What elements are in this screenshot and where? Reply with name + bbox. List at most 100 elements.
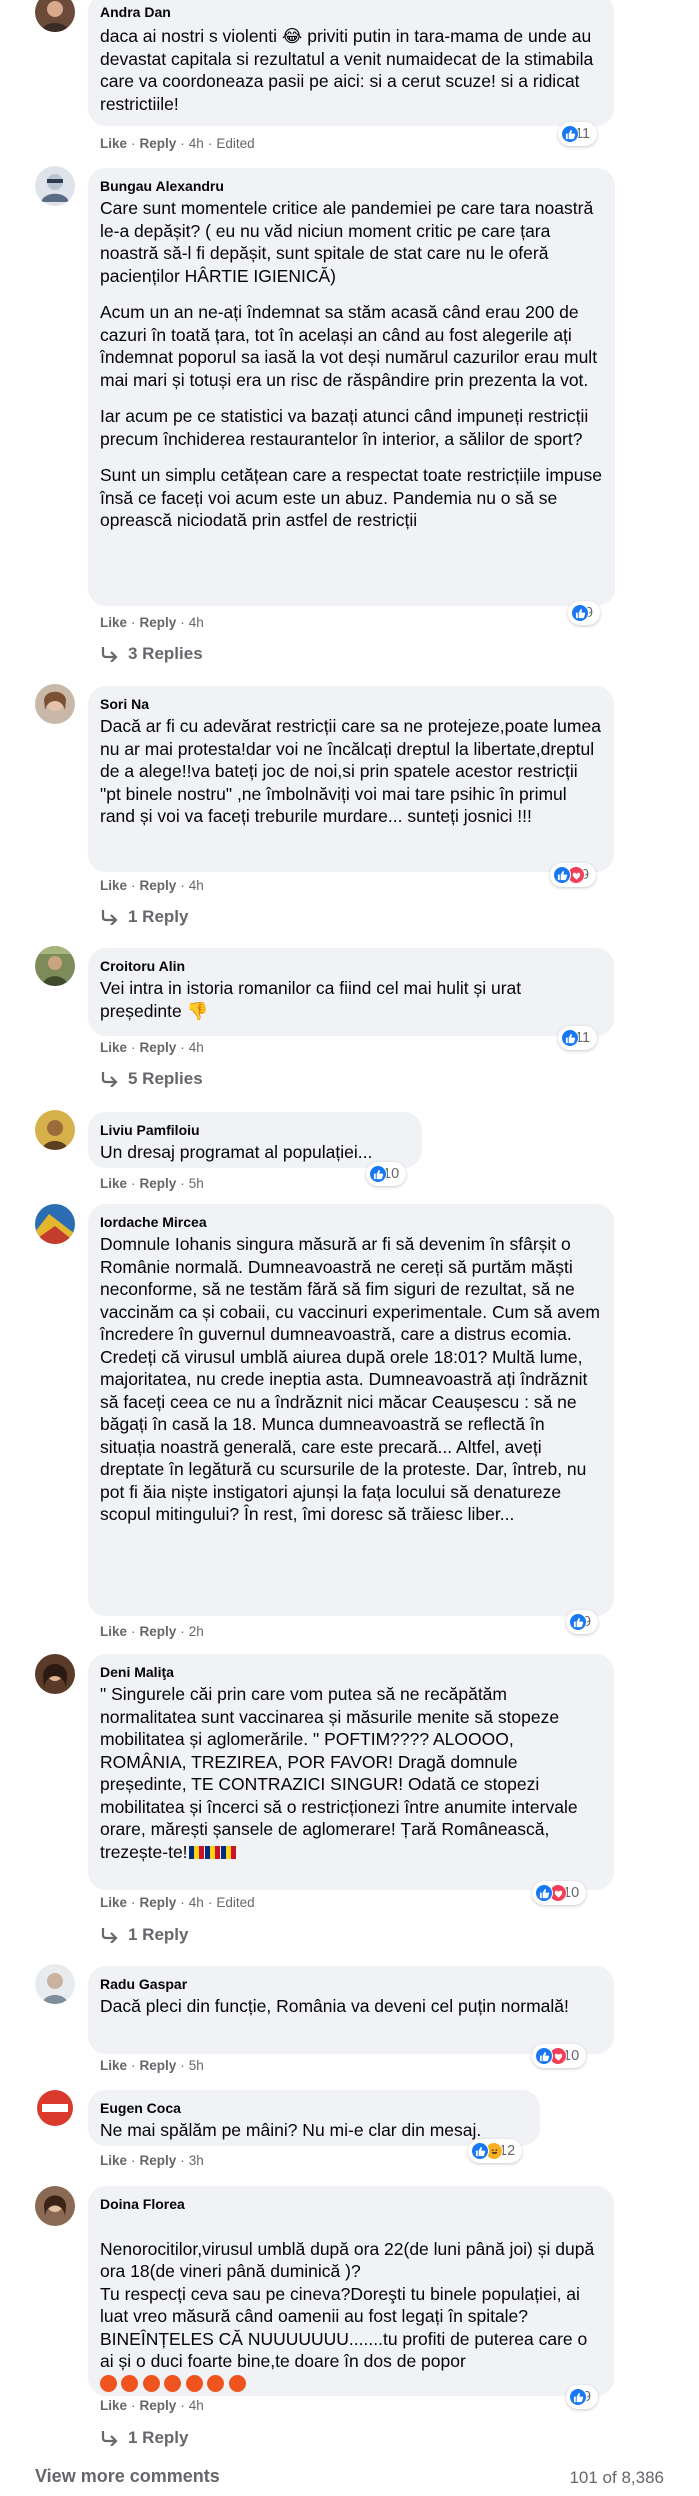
comment-author[interactable]: Sori Na <box>100 695 602 713</box>
angry-face-icon <box>164 2374 182 2392</box>
comment-author[interactable]: Deni Maliţa <box>100 1663 602 1681</box>
angry-face-icon <box>142 2374 160 2392</box>
avatar[interactable] <box>35 1204 75 1244</box>
reply-action[interactable]: Reply <box>140 2058 177 2073</box>
reply-action[interactable]: Reply <box>140 2398 177 2413</box>
avatar[interactable] <box>35 0 75 32</box>
comment-author[interactable]: Liviu Pamfiloiu <box>100 1121 410 1139</box>
reaction-count[interactable]: 9 <box>566 1610 599 1634</box>
comment-time[interactable]: 4h <box>189 2398 204 2413</box>
reply-arrow-icon <box>101 647 118 662</box>
comment-time[interactable]: 4h <box>189 615 204 630</box>
reply-action[interactable]: Reply <box>140 1040 177 1055</box>
comment-time[interactable]: 2h <box>189 1624 204 1639</box>
like-action[interactable]: Like <box>100 2058 127 2073</box>
like-reaction-icon <box>569 2388 587 2406</box>
comment-bubble: Andra Dan daca ai nostri s violenti 😂 pr… <box>88 0 614 126</box>
like-action[interactable]: Like <box>100 1040 127 1055</box>
reply-arrow-icon <box>101 1072 118 1087</box>
like-action[interactable]: Like <box>100 136 127 151</box>
reaction-count[interactable]: 10 <box>532 2044 587 2068</box>
avatar[interactable] <box>35 2186 75 2226</box>
avatar[interactable] <box>35 166 75 206</box>
like-action[interactable]: Like <box>100 1176 127 1191</box>
comment-actions: Like · Reply · 2h <box>100 1624 204 1639</box>
comment-author[interactable]: Andra Dan <box>100 3 602 21</box>
reply-action[interactable]: Reply <box>140 1895 177 1910</box>
comment-text: Vei intra in istoria romanilor ca fiind … <box>100 978 522 1021</box>
reaction-count[interactable]: 12 <box>468 2139 523 2163</box>
comment-author[interactable]: Doina Florea <box>100 2195 602 2213</box>
avatar[interactable] <box>35 2088 75 2128</box>
like-reaction-icon <box>553 866 571 884</box>
view-replies-link[interactable]: 1 Reply <box>100 1925 188 1945</box>
view-replies-link[interactable]: 1 Reply <box>100 2428 188 2448</box>
comment-time[interactable]: 4h <box>189 878 204 893</box>
comment-author[interactable]: Radu Gaspar <box>100 1975 602 1993</box>
reply-arrow-icon <box>101 910 118 925</box>
angry-face-icon <box>207 2374 225 2392</box>
like-action[interactable]: Like <box>100 2398 127 2413</box>
comment-text: Domnule Iohanis singura măsură ar fi să … <box>100 1234 600 1524</box>
comment-bubble: Croitoru Alin Vei intra in istoria roman… <box>88 948 614 1036</box>
comment-author[interactable]: Croitoru Alin <box>100 957 602 975</box>
like-reaction-icon <box>535 2047 553 2065</box>
comment-time[interactable]: 4h <box>189 1040 204 1055</box>
reply-action[interactable]: Reply <box>140 1624 177 1639</box>
comment-actions: Like · Reply · 4h <box>100 878 204 893</box>
comment-text: Acum un an ne-ați îndemnat sa stăm acasă… <box>100 302 598 390</box>
avatar[interactable] <box>35 684 75 724</box>
comment-time[interactable]: 4h <box>189 1895 204 1910</box>
reply-arrow-icon <box>101 1928 118 1943</box>
reaction-count[interactable]: 9 <box>566 2385 599 2409</box>
view-more-comments-link[interactable]: View more comments <box>35 2466 220 2487</box>
comment-bubble: Radu Gaspar Dacă pleci din funcție, Româ… <box>88 1966 614 2054</box>
reply-action[interactable]: Reply <box>140 615 177 630</box>
reply-action[interactable]: Reply <box>140 878 177 893</box>
reaction-count[interactable]: 10 <box>366 1162 407 1186</box>
reaction-count[interactable]: 9 <box>568 601 601 625</box>
comment-bubble: Deni Maliţa " Singurele căi prin care vo… <box>88 1654 614 1890</box>
view-replies-link[interactable]: 5 Replies <box>100 1069 203 1089</box>
comment-text: Un dresaj programat al populației... <box>100 1142 373 1162</box>
like-action[interactable]: Like <box>100 1624 127 1639</box>
comment-time[interactable]: 4h <box>189 136 204 151</box>
comment-text: Care sunt momentele critice ale pandemie… <box>100 198 594 286</box>
comment-author[interactable]: Bungau Alexandru <box>100 177 603 195</box>
comment-time[interactable]: 5h <box>189 2058 204 2073</box>
comments-count: 101 of 8,386 <box>569 2468 664 2487</box>
reply-action[interactable]: Reply <box>140 136 177 151</box>
like-reaction-icon <box>561 125 579 143</box>
angry-emoji-row <box>100 2374 602 2396</box>
avatar[interactable] <box>35 1964 75 2004</box>
avatar[interactable] <box>35 1654 75 1694</box>
comment-time[interactable]: 5h <box>189 1176 204 1191</box>
comment-time[interactable]: 3h <box>189 2153 204 2168</box>
reaction-count[interactable]: 9 <box>550 863 597 887</box>
comment-bubble: Liviu Pamfiloiu Un dresaj programat al p… <box>88 1112 422 1168</box>
comment-author[interactable]: Iordache Mircea <box>100 1213 602 1231</box>
comment-text: daca ai nostri s violenti 😂 priviti puti… <box>100 26 594 114</box>
like-reaction-icon <box>569 1613 587 1631</box>
comment-author[interactable]: Eugen Coca <box>100 2099 528 2117</box>
view-replies-link[interactable]: 3 Replies <box>100 644 203 664</box>
like-action[interactable]: Like <box>100 2153 127 2168</box>
comment-actions: Like · Reply · 4h <box>100 1040 204 1055</box>
comment-bubble: Sori Na Dacă ar fi cu adevărat restricți… <box>88 686 614 872</box>
comment-text: Nenorocitilor,virusul umblă după ora 22(… <box>100 2238 595 2372</box>
reaction-count[interactable]: 11 <box>558 122 598 146</box>
comment-text: " Singurele căi prin care vom putea să n… <box>100 1684 578 1862</box>
angry-face-icon <box>100 2374 117 2392</box>
angry-face-icon <box>185 2374 203 2392</box>
like-action[interactable]: Like <box>100 1895 127 1910</box>
reply-action[interactable]: Reply <box>140 2153 177 2168</box>
reaction-count[interactable]: 10 <box>532 1881 587 1905</box>
reaction-count[interactable]: 11 <box>558 1026 598 1050</box>
reply-action[interactable]: Reply <box>140 1176 177 1191</box>
like-action[interactable]: Like <box>100 615 127 630</box>
view-replies-link[interactable]: 1 Reply <box>100 907 188 927</box>
avatar[interactable] <box>35 1110 75 1150</box>
like-reaction-icon <box>535 1884 553 1902</box>
avatar[interactable] <box>35 946 75 986</box>
like-action[interactable]: Like <box>100 878 127 893</box>
